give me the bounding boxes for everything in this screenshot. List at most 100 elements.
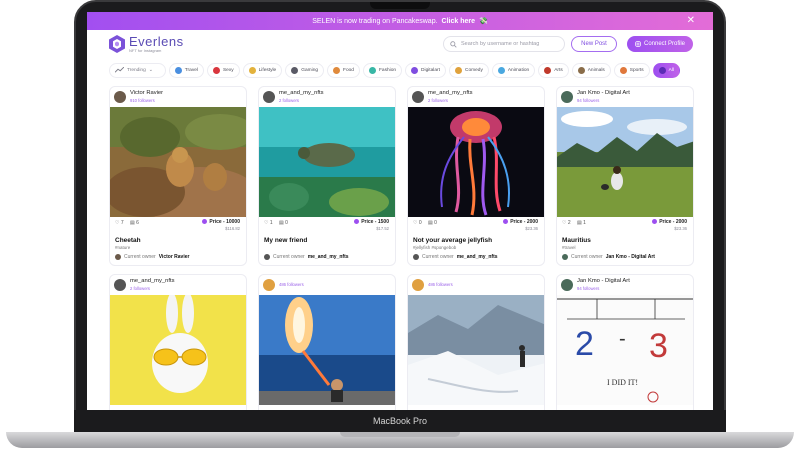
turtle-photo[interactable] (259, 107, 395, 217)
category-trending[interactable]: Trending ⌄ (109, 62, 166, 78)
category-food[interactable]: Food (327, 62, 360, 78)
cheetah-photo[interactable] (110, 107, 246, 217)
nft-card[interactable]: Jan Kmo - Digital Art 94 followers 2 - 3… (556, 274, 694, 410)
card-username[interactable]: me_and_my_nfts (130, 278, 174, 284)
category-comedy[interactable]: Comedy (448, 62, 489, 78)
category-travel[interactable]: Travel (168, 62, 204, 78)
card-header: me_and_my_nfts 2 followers (110, 275, 246, 295)
logo-icon[interactable] (109, 35, 125, 53)
announcement-text: SELEN is now trading on Pancakeswap. (312, 17, 438, 25)
card-price: Price - 2000 (652, 219, 687, 225)
connect-label: Connect Profile (643, 41, 686, 47)
card-username[interactable]: me_and_my_nfts (428, 90, 472, 96)
svg-text:2: 2 (575, 325, 594, 363)
category-label: Animation (507, 67, 530, 73)
drawing-photo[interactable]: 2 - 3 I DID IT! (557, 295, 693, 405)
flare-photo[interactable] (259, 295, 395, 405)
card-tag[interactable]: #jellyfish #spongebob (413, 245, 456, 250)
card-tag[interactable]: #travel (562, 245, 576, 250)
category-lifestyle[interactable]: Lifestyle (242, 62, 283, 78)
card-username[interactable]: Victor Ravier (130, 90, 163, 96)
nft-card[interactable]: me_and_my_nfts 2 followers ♡ 1 ▤ 0 Price… (258, 86, 396, 266)
nft-card[interactable]: me_and_my_nfts 2 followers ♡ 0 ▤ 0 Price… (407, 86, 545, 266)
card-tag[interactable]: #nature (115, 245, 130, 250)
card-followers: 2 followers (130, 286, 151, 291)
search-input[interactable] (461, 41, 561, 47)
category-sports[interactable]: Sports (613, 62, 650, 78)
dress-icon (368, 66, 376, 74)
category-gaming[interactable]: Gaming (285, 62, 325, 78)
likes-count[interactable]: ♡ 2 (562, 220, 571, 226)
card-title[interactable]: Not your average jellyfish (413, 237, 492, 244)
card-username[interactable]: me_and_my_nfts (279, 90, 323, 96)
category-animation[interactable]: Animation (491, 62, 536, 78)
close-icon[interactable]: ✕ (687, 15, 695, 26)
connect-profile-button[interactable]: Connect Profile (627, 36, 693, 52)
announcement-link[interactable]: Click here (442, 18, 475, 25)
avatar[interactable] (412, 91, 424, 103)
views-count: ▤ 6 (130, 220, 139, 226)
avatar[interactable] (412, 279, 424, 291)
announcement-bar: SELEN is now trading on Pancakeswap. Cli… (87, 12, 713, 30)
category-bar: Trending ⌄ Travel Sexy Lifestyle Gaming … (109, 62, 693, 78)
bunny-photo[interactable] (110, 295, 246, 405)
card-header: Jan Kmo - Digital Art 94 followers (557, 275, 693, 295)
card-header: me_and_my_nfts 2 followers (408, 87, 544, 107)
card-title[interactable]: My new friend (264, 237, 307, 244)
avatar[interactable] (263, 91, 275, 103)
avatar[interactable] (114, 279, 126, 291)
card-stats: ♡ 0 ▤ 0 Price - 2000 $23.36 (408, 217, 544, 231)
category-fashion[interactable]: Fashion (362, 62, 403, 78)
new-post-button[interactable]: New Post (571, 36, 617, 52)
card-username[interactable]: Jan Kmo - Digital Art (577, 90, 630, 96)
nft-card[interactable]: Victor Ravier 910 followers ♡ 7 ▤ 6 Pric… (109, 86, 247, 266)
nft-card[interactable]: 486 followers (407, 274, 545, 410)
search-box[interactable] (443, 36, 565, 52)
card-header: me_and_my_nfts 2 followers (259, 87, 395, 107)
trending-icon (115, 67, 124, 73)
brand-tagline: NFT for Instagram (129, 48, 162, 53)
card-title[interactable]: Cheetah (115, 237, 141, 244)
card-followers: 910 followers (130, 98, 155, 103)
likes-count[interactable]: ♡ 0 (413, 220, 422, 226)
card-followers: 486 followers (279, 282, 304, 287)
paw-icon (577, 66, 585, 74)
card-title[interactable]: Mauritius (562, 237, 591, 244)
likes-count[interactable]: ♡ 7 (115, 220, 124, 226)
snow-photo[interactable] (408, 295, 544, 405)
avatar[interactable] (561, 279, 573, 291)
jellyfish-photo[interactable] (408, 107, 544, 217)
laugh-icon (454, 66, 462, 74)
nft-card[interactable]: 486 followers (258, 274, 396, 410)
likes-count[interactable]: ♡ 1 (264, 220, 273, 226)
card-header: 486 followers (259, 275, 395, 295)
category-label: Sexy (222, 67, 234, 73)
card-username[interactable]: Jan Kmo - Digital Art (577, 278, 630, 284)
card-price: Price - 10000 (202, 219, 240, 225)
category-all[interactable]: All (652, 62, 681, 78)
avatar[interactable] (561, 91, 573, 103)
card-followers: 486 followers (428, 282, 453, 287)
category-label: Trending (127, 67, 146, 73)
plane-icon (174, 66, 182, 74)
nft-card[interactable]: Jan Kmo - Digital Art 94 followers ♡ 2 ▤… (556, 86, 694, 266)
nft-card[interactable]: me_and_my_nfts 2 followers (109, 274, 247, 410)
film-icon (497, 66, 505, 74)
category-animals[interactable]: Animals (571, 62, 611, 78)
category-label: All (668, 67, 675, 73)
card-followers: 2 followers (428, 98, 449, 103)
brand-name[interactable]: Everlens (129, 34, 184, 49)
category-label: Comedy (464, 67, 483, 73)
category-sexy[interactable]: Sexy (206, 62, 240, 78)
views-count: ▤ 0 (279, 220, 288, 226)
category-digitalart[interactable]: Digitalart (405, 62, 446, 78)
avatar[interactable] (263, 279, 275, 291)
search-icon (450, 40, 457, 48)
ball-icon (619, 66, 627, 74)
token-icon (354, 219, 360, 225)
category-label: Arts (554, 67, 563, 73)
mauritius-photo[interactable] (557, 107, 693, 217)
category-arts[interactable]: Arts (538, 62, 569, 78)
avatar[interactable] (114, 91, 126, 103)
category-label: Lifestyle (258, 67, 277, 73)
